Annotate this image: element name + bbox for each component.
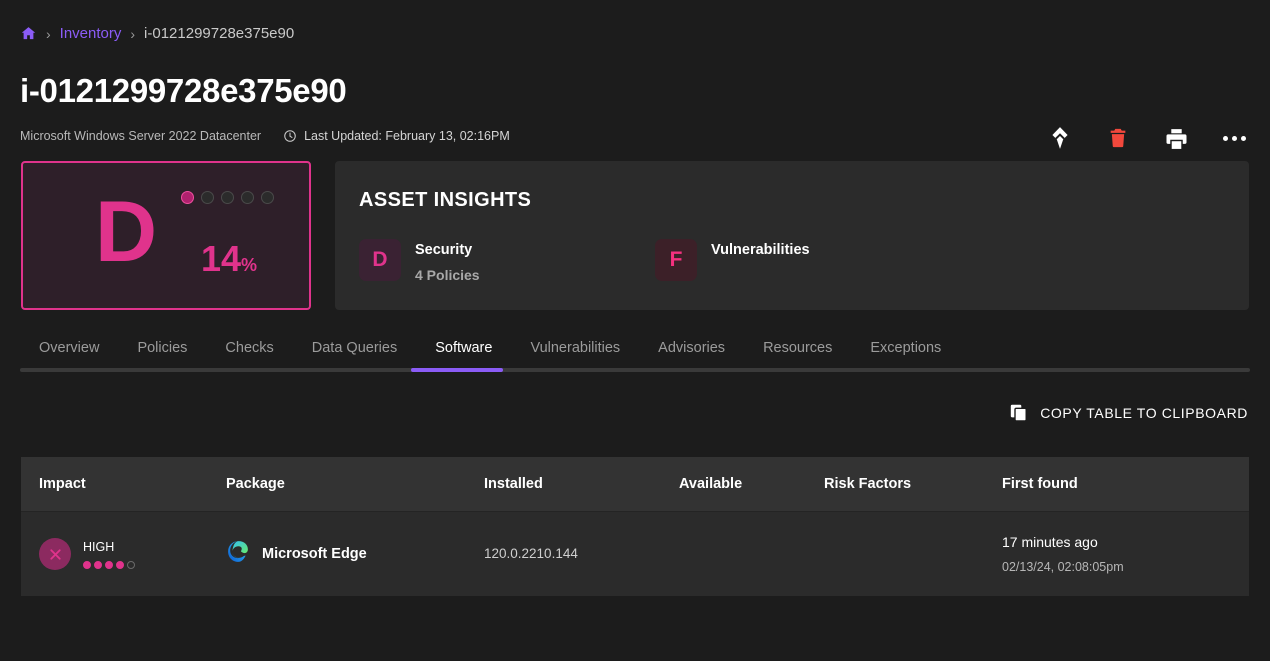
tab-bar: Overview Policies Checks Data Queries So… xyxy=(20,334,1250,372)
score-percent-value: 14 xyxy=(201,238,241,279)
insight-subtext: 4 Policies xyxy=(415,267,480,283)
tab-policies[interactable]: Policies xyxy=(118,334,206,368)
score-dot xyxy=(181,191,194,204)
score-percent-symbol: % xyxy=(241,255,257,275)
score-percent: 14% xyxy=(201,241,257,277)
tab-data-queries[interactable]: Data Queries xyxy=(293,334,416,368)
impact-dot xyxy=(127,561,135,569)
asset-insights-title: ASSET INSIGHTS xyxy=(359,189,531,212)
score-dot xyxy=(201,191,214,204)
clock-icon xyxy=(283,129,297,143)
software-table: Impact Package Installed Available Risk … xyxy=(21,457,1249,596)
insight-grade-badge: F xyxy=(655,239,697,281)
action-toolbar xyxy=(1044,122,1250,154)
score-grade: D xyxy=(95,189,157,275)
tab-software[interactable]: Software xyxy=(416,334,511,368)
copy-icon xyxy=(1008,402,1029,423)
column-header-package[interactable]: Package xyxy=(226,476,484,492)
tab-exceptions[interactable]: Exceptions xyxy=(851,334,960,368)
tab-list: Overview Policies Checks Data Queries So… xyxy=(20,334,1250,368)
first-found-relative: 17 minutes ago xyxy=(1002,534,1249,550)
microsoft-edge-icon xyxy=(226,539,251,569)
score-dot-meter xyxy=(181,191,274,204)
trash-icon[interactable] xyxy=(1102,122,1134,154)
insight-security[interactable]: D Security 4 Policies xyxy=(359,239,655,283)
insight-name: Vulnerabilities xyxy=(711,241,810,261)
more-dots xyxy=(1223,136,1246,141)
installed-version: 120.0.2210.144 xyxy=(484,546,578,561)
cell-installed: 120.0.2210.144 xyxy=(484,545,679,563)
asset-os-label: Microsoft Windows Server 2022 Datacenter xyxy=(20,129,261,143)
asset-detail-page: › Inventory › i-0121299728e375e90 i-0121… xyxy=(0,0,1270,661)
cell-package: Microsoft Edge xyxy=(226,539,484,569)
copy-table-label: COPY TABLE TO CLIPBOARD xyxy=(1040,405,1248,421)
score-dot xyxy=(241,191,254,204)
insight-grade-badge: D xyxy=(359,239,401,281)
column-header-first-found[interactable]: First found xyxy=(1002,476,1249,492)
print-icon[interactable] xyxy=(1160,122,1192,154)
asset-insights-panel: ASSET INSIGHTS D Security 4 Policies F V… xyxy=(335,161,1249,310)
impact-dot xyxy=(116,561,124,569)
cell-impact: HIGH xyxy=(21,538,226,570)
first-found-absolute: 02/13/24, 02:08:05pm xyxy=(1002,560,1249,574)
impact-dot xyxy=(83,561,91,569)
impact-dot xyxy=(105,561,113,569)
tab-overview[interactable]: Overview xyxy=(20,334,118,368)
asset-insights-items: D Security 4 Policies F Vulnerabilities xyxy=(359,239,810,283)
asset-meta: Microsoft Windows Server 2022 Datacenter… xyxy=(20,129,510,143)
more-icon[interactable] xyxy=(1218,122,1250,154)
home-icon[interactable] xyxy=(20,25,37,42)
table-header-row: Impact Package Installed Available Risk … xyxy=(21,457,1249,511)
column-header-risk-factors[interactable]: Risk Factors xyxy=(824,476,1002,492)
cell-first-found: 17 minutes ago 02/13/24, 02:08:05pm xyxy=(1002,534,1249,574)
breadcrumb: › Inventory › i-0121299728e375e90 xyxy=(20,25,294,42)
column-header-impact[interactable]: Impact xyxy=(21,476,226,492)
breadcrumb-separator-2: › xyxy=(130,26,135,42)
breadcrumb-link-inventory[interactable]: Inventory xyxy=(60,25,122,42)
insight-vulnerabilities[interactable]: F Vulnerabilities xyxy=(655,239,810,283)
impact-label: HIGH xyxy=(83,540,135,555)
impact-dot xyxy=(94,561,102,569)
tab-resources[interactable]: Resources xyxy=(744,334,851,368)
tab-vulnerabilities[interactable]: Vulnerabilities xyxy=(511,334,639,368)
asset-score-card[interactable]: D 14% xyxy=(21,161,311,310)
page-title: i-0121299728e375e90 xyxy=(20,72,346,110)
insight-name: Security xyxy=(415,241,480,261)
column-header-available[interactable]: Available xyxy=(679,476,824,492)
tab-scroll-track[interactable] xyxy=(20,368,1250,372)
impact-dot-meter xyxy=(83,561,135,569)
tab-checks[interactable]: Checks xyxy=(206,334,292,368)
breadcrumb-separator-1: › xyxy=(46,26,51,42)
column-header-installed[interactable]: Installed xyxy=(484,476,679,492)
tab-advisories[interactable]: Advisories xyxy=(639,334,744,368)
score-dot xyxy=(261,191,274,204)
score-dot xyxy=(221,191,234,204)
tab-active-indicator xyxy=(411,368,503,372)
close-x-icon xyxy=(39,538,71,570)
jira-icon[interactable] xyxy=(1044,122,1076,154)
last-updated-label: Last Updated: February 13, 02:16PM xyxy=(304,129,510,143)
copy-table-to-clipboard-button[interactable]: COPY TABLE TO CLIPBOARD xyxy=(1008,402,1248,423)
breadcrumb-current: i-0121299728e375e90 xyxy=(144,25,294,42)
table-row[interactable]: HIGH xyxy=(21,511,1249,596)
last-updated: Last Updated: February 13, 02:16PM xyxy=(283,129,510,143)
package-name: Microsoft Edge xyxy=(262,546,367,562)
